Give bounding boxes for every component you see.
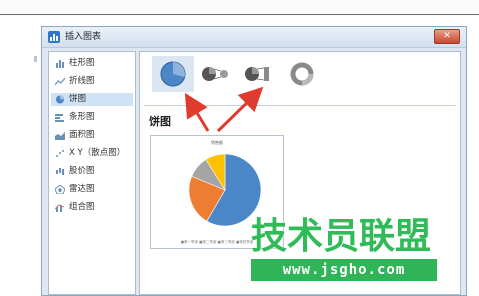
app-icon (48, 31, 60, 43)
pie-of-pie-icon (202, 67, 228, 81)
sidebar-item-radar[interactable]: 雷达图 (51, 183, 133, 196)
bar-of-pie-icon (245, 67, 269, 81)
subtype-pie-of-pie[interactable] (195, 56, 237, 92)
sidebar-item-label: 条形图 (69, 112, 95, 122)
sidebar-item-area[interactable]: 面积图 (51, 129, 133, 142)
sidebar-item-stock[interactable]: 股价图 (51, 165, 133, 178)
dialog-title: 插入图表 (65, 32, 102, 42)
subtype-doughnut[interactable] (281, 56, 323, 92)
pie-chart-icon (56, 95, 64, 104)
sidebar-item-scatter[interactable]: X Y（散点图） (51, 147, 133, 160)
area-chart-icon (55, 132, 65, 140)
divider (144, 105, 456, 106)
bar-chart-icon (56, 60, 64, 68)
sidebar-item-label: X Y（散点图） (69, 148, 126, 158)
sidebar-item-label: 折线图 (69, 76, 95, 86)
scatter-chart-icon (56, 150, 64, 157)
subtype-bar-of-pie[interactable] (238, 56, 280, 92)
watermark-url: www.jsgho.com (282, 262, 406, 278)
watermark-url-bar: www.jsgho.com (251, 259, 437, 281)
sidebar-item-label: 面积图 (69, 130, 95, 140)
sidebar-item-label: 股价图 (69, 166, 95, 176)
sidebar-item-label: 雷达图 (69, 184, 95, 194)
chart-type-sidebar: 柱形图 折线图 饼图 条形图 面积图 X Y（散点图） 股价图 雷达图 组合图 (48, 51, 136, 295)
radar-chart-icon (55, 185, 65, 194)
background-edge-mark (34, 56, 37, 62)
subtype-pie[interactable] (152, 56, 194, 92)
sidebar-item-label: 饼图 (69, 94, 87, 104)
line-chart-icon (55, 77, 65, 86)
stock-chart-icon (56, 168, 64, 175)
watermark-text: 技术员联盟 (251, 216, 432, 257)
horizontal-bar-icon (55, 114, 64, 122)
dialog-titlebar[interactable]: 插入图表 ✕ (42, 27, 466, 48)
sidebar-item-label: 组合图 (69, 202, 95, 212)
combo-chart-icon (55, 204, 65, 212)
sidebar-item-pie[interactable]: 饼图 (51, 93, 133, 106)
doughnut-icon (290, 62, 314, 86)
section-title: 饼图 (149, 115, 171, 128)
sidebar-item-bar[interactable]: 条形图 (51, 111, 133, 124)
sidebar-item-label: 柱形图 (69, 58, 95, 68)
sidebar-item-column[interactable]: 柱形图 (51, 57, 133, 70)
pie-icon (160, 61, 186, 87)
close-icon: ✕ (443, 31, 451, 41)
close-button[interactable]: ✕ (434, 29, 460, 44)
sidebar-item-line[interactable]: 折线图 (51, 75, 133, 88)
background-top-strip (0, 0, 479, 15)
sidebar-item-combo[interactable]: 组合图 (51, 201, 133, 214)
